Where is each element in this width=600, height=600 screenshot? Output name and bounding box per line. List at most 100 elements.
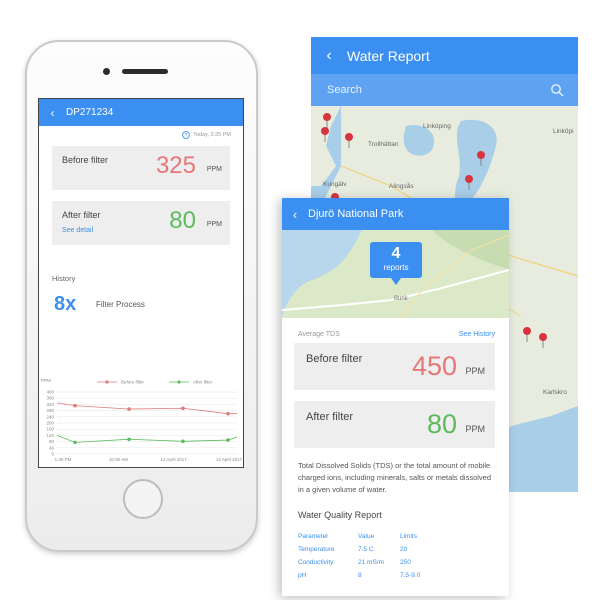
y-tick-label: 200 (46, 421, 54, 426)
see-history-link[interactable]: See History (459, 331, 495, 338)
series-line (56, 435, 238, 443)
map-place-label: Trollhättan (368, 141, 399, 148)
data-point (226, 411, 230, 416)
ppm-unit: PPM (465, 366, 485, 376)
ppm-unit: PPM (206, 166, 222, 173)
ppm-unit: PPM (206, 221, 222, 228)
filter-process-row: 8x Filter Process (39, 283, 243, 316)
table-cell: Conductivity (298, 559, 334, 566)
svg-text:?: ? (185, 133, 188, 139)
map-place-label: Alingsås (389, 182, 414, 190)
reports-pin[interactable]: 4 reports (370, 242, 422, 285)
table-header-row: Parameter Value Limits (298, 530, 420, 543)
before-filter-label: Before filter (306, 353, 363, 365)
y-tick-label: 360 (46, 396, 54, 401)
y-tick-label: 280 (46, 408, 54, 413)
map-place-label: Karlskro (543, 389, 567, 396)
data-point (181, 439, 185, 444)
table-row: Temperature 7.5 C 20 (298, 543, 420, 556)
search-bar[interactable]: Search (311, 74, 578, 106)
water-quality-table: Parameter Value Limits Temperature 7.5 C… (298, 530, 420, 582)
table-header-cell: Value (358, 533, 375, 540)
table-cell: 7.5-9.0 (400, 572, 421, 579)
after-filter-value: 80 (426, 409, 457, 439)
data-point (127, 437, 131, 442)
after-filter-label: After filter (306, 411, 354, 423)
history-line-chart[interactable]: PPM 0 4080120160200 240280320360400 1:30 PM 1… (39, 364, 244, 468)
y-tick-label: 120 (46, 433, 54, 438)
y-tick-label: 400 (46, 390, 54, 395)
device-id-title: DP271234 (66, 107, 114, 118)
search-input[interactable]: Search (327, 84, 550, 96)
table-cell: 21 mS/m (358, 559, 385, 566)
before-filter-value: 450 (411, 351, 457, 381)
table-cell: Temperature (298, 546, 335, 553)
mini-map[interactable]: 4 reports Bunk (282, 230, 509, 318)
earpiece-speaker (122, 69, 168, 74)
back-chevron-icon[interactable]: ‹ (282, 207, 308, 222)
after-filter-label: After filter (62, 210, 101, 220)
table-row: Conductivity 21 mS/m 250 (298, 556, 420, 569)
table-header-cell: Parameter (298, 533, 329, 540)
back-chevron-icon[interactable]: ‹ (39, 106, 66, 120)
table-cell: 20 (400, 546, 408, 553)
y-tick-label: 0 (51, 452, 54, 457)
tds-description: Total Dissolved Solids (TDS) or the tota… (298, 461, 492, 494)
map-place-label: Linköping (423, 123, 451, 130)
data-point (226, 438, 230, 442)
before-filter-label: Before filter (62, 155, 109, 165)
map-header: ‹ Water Report (311, 37, 578, 74)
help-circle-icon[interactable]: ? (182, 131, 191, 139)
detail-header: ‹ Djurö National Park (282, 198, 509, 230)
before-filter-card: Before filter 450 PPM (294, 343, 495, 390)
data-point (73, 440, 77, 445)
legend-label: Before filter (121, 380, 145, 385)
table-row: pH 8 7.5-9.0 (298, 569, 420, 582)
data-point (73, 403, 77, 408)
table-cell: pH (298, 572, 307, 579)
y-tick-label: 320 (46, 402, 54, 407)
map-title: Water Report (347, 47, 430, 64)
table-cell: 8 (358, 572, 362, 579)
history-label: History (52, 274, 76, 283)
average-tds-row: Average TDS See History (282, 318, 509, 338)
y-axis-label: PPM (41, 378, 51, 383)
table-cell: 7.5 C (358, 546, 374, 553)
legend-marker (177, 380, 181, 384)
legend-label: After filter (193, 380, 213, 385)
data-point (181, 406, 185, 411)
x-tick-label: 12 April 2017 (216, 457, 243, 462)
after-filter-card: After filter See detail 80 PPM (52, 201, 230, 245)
phone-frame: ‹ DP271234 ? Today, 3:25 PM Before filte… (25, 40, 258, 552)
x-tick-label: 1:30 PM (55, 457, 72, 462)
map-place-label: Linköpi (553, 128, 574, 135)
home-button[interactable] (123, 479, 163, 519)
before-filter-card: Before filter 325 PPM (52, 146, 230, 190)
map-place-label: Kungälv (323, 181, 347, 188)
y-tick-label: 240 (46, 414, 54, 419)
water-quality-title: Water Quality Report (298, 510, 382, 520)
reports-label: reports (383, 263, 409, 272)
detail-title: Djurö National Park (308, 208, 404, 220)
after-filter-card: After filter 80 PPM (294, 401, 495, 448)
search-icon[interactable] (550, 83, 564, 97)
legend-marker (105, 380, 109, 384)
y-tick-label: 160 (46, 427, 54, 432)
ppm-unit: PPM (465, 424, 485, 434)
front-camera (103, 68, 110, 75)
park-detail-screen: ‹ Djurö National Park 4 reports Bunk Ave… (282, 198, 509, 596)
see-detail-link[interactable]: See detail (62, 227, 93, 234)
table-cell: 250 (400, 559, 411, 566)
before-filter-value: 325 (155, 152, 196, 179)
back-chevron-icon[interactable]: ‹ (311, 47, 347, 65)
phone-screen: ‹ DP271234 ? Today, 3:25 PM Before filte… (38, 98, 244, 468)
timestamp-row: ? Today, 3:25 PM (39, 126, 243, 144)
after-filter-value: 80 (169, 207, 196, 234)
table-header-cell: Limits (400, 533, 417, 540)
map-place-label: Bunk (394, 296, 408, 302)
x-tick-label: 10:30 AM (109, 457, 128, 462)
average-tds-label: Average TDS (298, 331, 340, 338)
timestamp: Today, 3:25 PM (193, 132, 231, 138)
y-tick-label: 40 (49, 445, 55, 450)
x-tick-label: 12 April 2017 (161, 457, 188, 462)
